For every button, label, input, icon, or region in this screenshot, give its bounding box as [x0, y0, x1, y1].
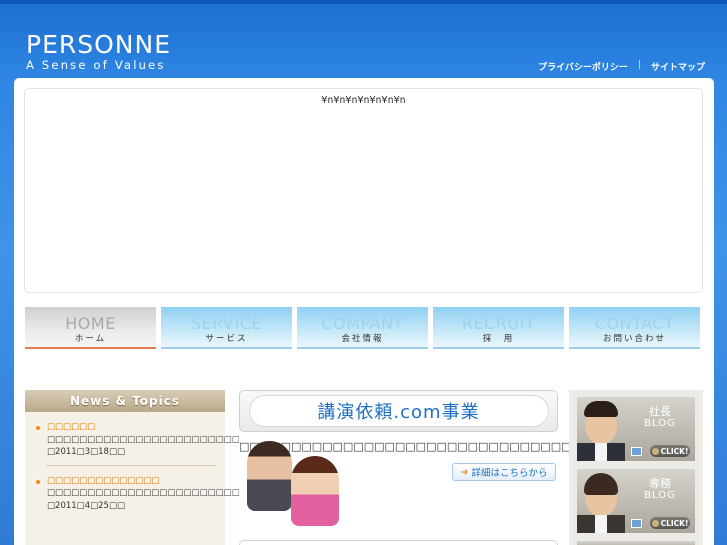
privacy-policy-link[interactable]: プライバシーポリシー	[538, 60, 628, 73]
blog-info: 専務 BLOG CLICK!	[625, 469, 695, 533]
news-heading: News & Topics	[25, 390, 225, 412]
nav-recruit-en: RECRUIT	[461, 314, 536, 333]
details-button-label: 詳細はこちらから	[471, 468, 548, 479]
window-icon	[631, 519, 642, 528]
kouen-banner-title: 講演依頼.com事業	[248, 395, 549, 427]
nav-contact-jp: お問い合わせ	[602, 334, 666, 344]
nav-contact-en: CONTACT	[594, 314, 675, 333]
president-photo	[577, 397, 625, 461]
nav-service-underline	[161, 347, 292, 349]
click-dot-icon	[651, 519, 659, 527]
top-stripe	[0, 0, 727, 4]
details-button[interactable]: ➜ 詳細はこちらから	[452, 463, 556, 481]
click-label: CLICK!	[660, 446, 689, 456]
news-item: □□□□□□ □□□□□□□□□□□□□□□□□□□□□□□□□□□□□□□□□…	[25, 412, 518, 459]
click-badge[interactable]: CLICK!	[650, 445, 690, 457]
nav-home-en: HOME	[65, 314, 116, 333]
blog-word: BLOG	[644, 490, 676, 501]
nav-home-jp: ホーム	[74, 334, 107, 344]
shirt-shape	[595, 443, 607, 461]
news-item-date: □2011□4□25□□	[47, 500, 126, 511]
director-blog-banner[interactable]: 専務 BLOG CLICK!	[577, 469, 695, 533]
sitemap-link[interactable]: サイトマップ	[651, 60, 705, 73]
nav-contact-underline	[569, 347, 700, 349]
blog-word: BLOG	[644, 418, 676, 429]
flash-area: ¥n¥n¥n¥n¥n¥n¥n	[24, 88, 703, 293]
nav-company-underline	[297, 347, 428, 349]
nav-recruit-jp: 採 用	[482, 334, 515, 344]
next-banner-edge	[239, 540, 558, 545]
news-item-body: □□□□□□□□□□□□□□□□□□□□□□□□□□□□□□□□□□□.com□…	[47, 434, 518, 447]
news-item-body: □□□□□□□□□□□□□□□□□□□□□□□□□□□□□□□□□□□□□□□□…	[47, 487, 400, 500]
global-nav: HOME ホーム SERVICE サービス COMPANY 会社情報 RECRU…	[25, 307, 700, 349]
male-speaker-image	[247, 441, 292, 511]
blog-column: 社長 BLOG CLICK! 専務 BLOG CLICK!	[569, 390, 703, 545]
click-label: CLICK!	[660, 518, 689, 528]
nav-company[interactable]: COMPANY 会社情報	[297, 307, 428, 349]
kouen-section: 講演依頼.com事業 □□□□□□□□□□□□□□□□□□□□□□□□□□□□□…	[239, 390, 572, 545]
news-item-date: □2011□3□18□□	[47, 447, 126, 457]
utility-separator: |	[637, 60, 641, 70]
news-panel: News & Topics □□□□□□ □□□□□□□□□□□□□□□□□□□…	[25, 390, 518, 545]
nav-home[interactable]: HOME ホーム	[25, 307, 156, 349]
blog-role: 社長	[649, 405, 671, 418]
nav-company-jp: 会社情報	[341, 334, 384, 344]
female-speaker-image	[291, 456, 339, 526]
logo-tagline: A Sense of Values	[26, 58, 166, 72]
shirt-shape	[595, 515, 607, 533]
news-item: □□□□□□□□□□□□□□ □□□□□□□□□□□□□□□□□□□□□□□□□…	[25, 466, 400, 513]
click-dot-icon	[651, 447, 659, 455]
kouen-body: □□□□□□□□□□□□□□□□□□□□□□□□□□□□□□□□	[239, 436, 572, 526]
utility-links: プライバシーポリシー | サイトマップ	[538, 60, 705, 73]
director-photo	[577, 469, 625, 533]
news-item-title[interactable]: □□□□□□□□□□□□□□	[47, 475, 215, 488]
blog-info: 社長 BLOG CLICK!	[625, 397, 695, 461]
president-blog-banner[interactable]: 社長 BLOG CLICK!	[577, 397, 695, 461]
nav-service-jp: サービス	[205, 334, 248, 344]
hair-shape	[584, 401, 618, 417]
window-icon	[631, 447, 642, 456]
hair-shape	[584, 473, 618, 495]
nav-recruit-underline	[433, 347, 564, 349]
flash-escaped-text: ¥n¥n¥n¥n¥n¥n¥n	[321, 95, 406, 106]
nav-service[interactable]: SERVICE サービス	[161, 307, 292, 349]
nav-company-en: COMPANY	[321, 314, 404, 333]
nav-home-underline	[25, 347, 156, 349]
nav-service-en: SERVICE	[191, 314, 262, 333]
third-blog-banner-edge[interactable]	[577, 541, 695, 545]
bullet-icon	[34, 424, 42, 432]
bullet-icon	[34, 477, 42, 486]
click-badge[interactable]: CLICK!	[650, 517, 690, 529]
kouen-banner[interactable]: 講演依頼.com事業	[239, 390, 558, 432]
site-logo[interactable]: PERSONNE A Sense of Values	[26, 30, 171, 73]
arrow-right-icon: ➜	[460, 466, 469, 478]
blog-role: 専務	[649, 477, 671, 490]
logo-name: PERSONNE	[26, 30, 171, 59]
nav-recruit[interactable]: RECRUIT 採 用	[433, 307, 564, 349]
news-item-title[interactable]: □□□□□□	[47, 421, 215, 434]
nav-contact[interactable]: CONTACT お問い合わせ	[569, 307, 700, 349]
